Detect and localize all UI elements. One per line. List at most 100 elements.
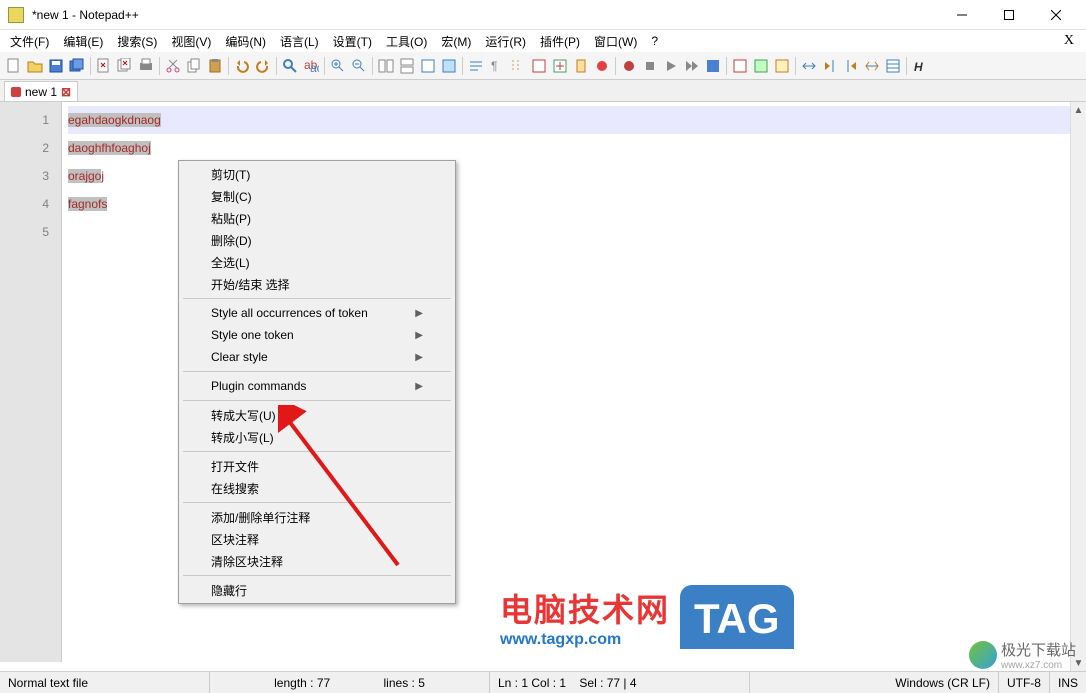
cm-begin-end-select[interactable]: 开始/结束 选择 [181, 273, 453, 295]
status-file-type: Normal text file [0, 672, 210, 693]
maximize-button[interactable] [986, 1, 1031, 29]
menu-run[interactable]: 运行(R) [479, 31, 532, 52]
cm-select-all[interactable]: 全选(L) [181, 251, 453, 273]
cm-clear-block-comment[interactable]: 清除区块注释 [181, 550, 453, 572]
cm-cut[interactable]: 剪切(T) [181, 163, 453, 185]
cm-plugin-commands[interactable]: Plugin commands▶ [181, 375, 453, 397]
cut-icon[interactable] [163, 56, 183, 76]
open-file-icon[interactable] [25, 56, 45, 76]
menu-settings[interactable]: 设置(T) [327, 31, 378, 52]
menu-tools[interactable]: 工具(O) [380, 31, 433, 52]
play-multi-icon[interactable] [682, 56, 702, 76]
menu-macro[interactable]: 宏(M) [435, 31, 477, 52]
submenu-arrow-icon: ▶ [415, 352, 423, 363]
menu-edit[interactable]: 编辑(E) [57, 31, 109, 52]
watermark-logo-icon [969, 641, 997, 669]
toolbar-icon-1[interactable] [418, 56, 438, 76]
cm-uppercase[interactable]: 转成大写(U) [181, 404, 453, 426]
zoom-out-icon[interactable] [349, 56, 369, 76]
doc-map-icon[interactable] [571, 56, 591, 76]
menu-language[interactable]: 语言(L) [274, 31, 325, 52]
menu-close-x[interactable]: X [1064, 33, 1074, 49]
copy-icon[interactable] [184, 56, 204, 76]
menu-help[interactable]: ? [645, 32, 664, 50]
status-encoding[interactable]: UTF-8 [999, 672, 1050, 693]
func-list-icon[interactable] [592, 56, 612, 76]
tab-bar: new 1 ⊠ [0, 80, 1086, 102]
status-eol[interactable]: Windows (CR LF) [887, 672, 999, 693]
cm-block-comment[interactable]: 区块注释 [181, 528, 453, 550]
toolbar-h-icon[interactable]: H [910, 56, 930, 76]
scroll-up-icon[interactable]: ▲ [1071, 102, 1086, 118]
cm-lowercase[interactable]: 转成小写(L) [181, 426, 453, 448]
cm-hide-lines[interactable]: 隐藏行 [181, 579, 453, 601]
menu-window[interactable]: 窗口(W) [588, 31, 643, 52]
watermark-xz7: 极光下载站 www.xz7.com [969, 639, 1076, 671]
toolbar-icon-11[interactable] [883, 56, 903, 76]
sync-h-icon[interactable] [397, 56, 417, 76]
toolbar: abac ¶ H [0, 52, 1086, 80]
record-macro-icon[interactable] [619, 56, 639, 76]
redo-icon[interactable] [253, 56, 273, 76]
toolbar-icon-10[interactable] [862, 56, 882, 76]
cm-delete[interactable]: 删除(D) [181, 229, 453, 251]
tab-label: new 1 [25, 85, 57, 99]
app-icon [8, 7, 24, 23]
watermark-tagxp: 电脑技术网 www.tagxp.com TAG [500, 585, 794, 649]
indent-guide-icon[interactable] [508, 56, 528, 76]
save-macro-icon[interactable] [703, 56, 723, 76]
status-mode[interactable]: INS [1050, 672, 1086, 693]
cm-toggle-line-comment[interactable]: 添加/删除单行注释 [181, 506, 453, 528]
sync-v-icon[interactable] [376, 56, 396, 76]
cm-style-all[interactable]: Style all occurrences of token▶ [181, 302, 453, 324]
zoom-in-icon[interactable] [328, 56, 348, 76]
toolbar-icon-8[interactable] [820, 56, 840, 76]
close-button[interactable] [1033, 1, 1078, 29]
save-all-icon[interactable] [67, 56, 87, 76]
vertical-scrollbar[interactable]: ▲ ▼ [1070, 102, 1086, 671]
cm-open-file[interactable]: 打开文件 [181, 455, 453, 477]
print-icon[interactable] [136, 56, 156, 76]
show-all-chars-icon[interactable]: ¶ [487, 56, 507, 76]
paste-icon[interactable] [205, 56, 225, 76]
close-all-icon[interactable] [115, 56, 135, 76]
wordwrap-icon[interactable] [466, 56, 486, 76]
menu-plugins[interactable]: 插件(P) [534, 31, 586, 52]
close-file-icon[interactable] [94, 56, 114, 76]
minimize-button[interactable] [939, 1, 984, 29]
svg-text:ac: ac [310, 61, 319, 74]
toolbar-icon-6[interactable] [772, 56, 792, 76]
tab-close-icon[interactable]: ⊠ [61, 85, 71, 99]
tab-new-1[interactable]: new 1 ⊠ [4, 81, 78, 101]
menu-view[interactable]: 视图(V) [165, 31, 217, 52]
editor-area: 1 2 3 4 5 egahdaogkdnaog daoghfhfoaghoj … [0, 102, 1086, 662]
cm-clear-style[interactable]: Clear style▶ [181, 346, 453, 368]
undo-icon[interactable] [232, 56, 252, 76]
toolbar-icon-2[interactable] [439, 56, 459, 76]
udl-icon[interactable] [529, 56, 549, 76]
status-position: Ln : 1 Col : 1 Sel : 77 | 4 [490, 672, 750, 693]
text-line: orajgo [68, 169, 101, 183]
stop-macro-icon[interactable] [640, 56, 660, 76]
line-number: 2 [0, 134, 49, 162]
watermark-text-cn: 电脑技术网 [500, 585, 670, 631]
toolbar-icon-5[interactable] [751, 56, 771, 76]
status-bar: Normal text file length : 77 lines : 5 L… [0, 671, 1086, 693]
save-icon[interactable] [46, 56, 66, 76]
replace-icon[interactable]: abac [301, 56, 321, 76]
cm-style-one[interactable]: Style one token▶ [181, 324, 453, 346]
new-file-icon[interactable] [4, 56, 24, 76]
cm-online-search[interactable]: 在线搜索 [181, 477, 453, 499]
play-macro-icon[interactable] [661, 56, 681, 76]
find-icon[interactable] [280, 56, 300, 76]
text-line: fagnofs [68, 197, 107, 211]
menu-encoding[interactable]: 编码(N) [219, 31, 272, 52]
toolbar-icon-3[interactable] [550, 56, 570, 76]
toolbar-icon-4[interactable] [730, 56, 750, 76]
menu-file[interactable]: 文件(F) [4, 31, 55, 52]
cm-copy[interactable]: 复制(C) [181, 185, 453, 207]
toolbar-icon-9[interactable] [841, 56, 861, 76]
menu-search[interactable]: 搜索(S) [111, 31, 163, 52]
cm-paste[interactable]: 粘贴(P) [181, 207, 453, 229]
toolbar-icon-7[interactable] [799, 56, 819, 76]
